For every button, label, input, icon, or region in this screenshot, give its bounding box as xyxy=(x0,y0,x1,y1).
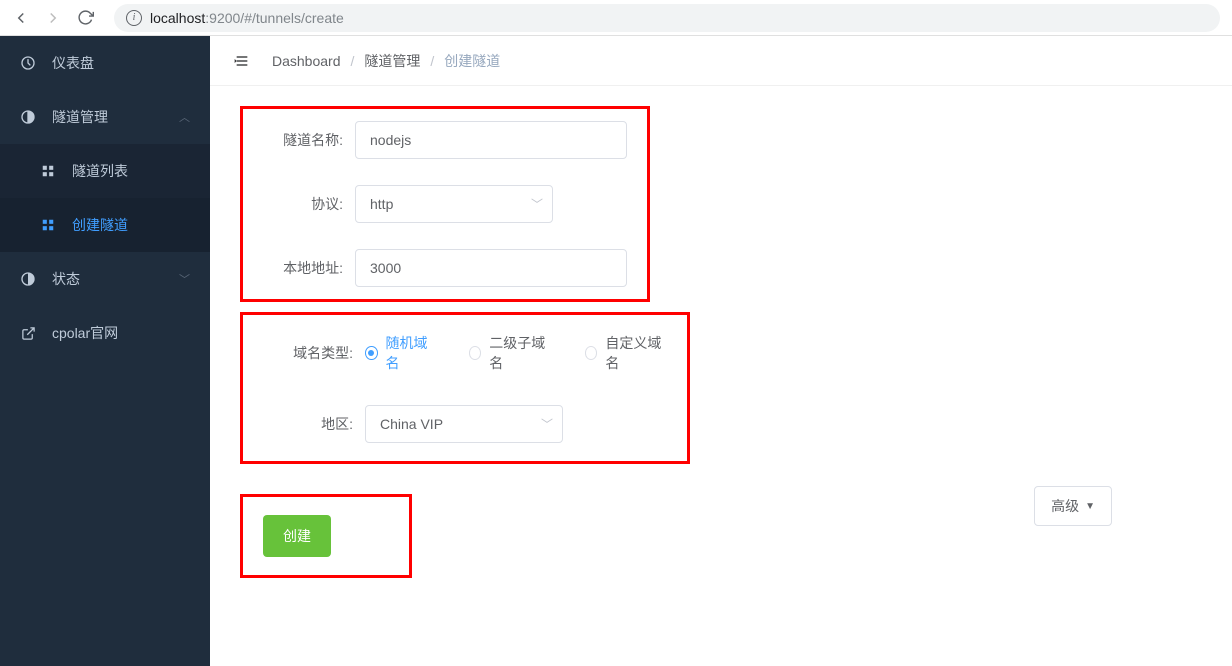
forward-button[interactable] xyxy=(44,9,62,27)
triangle-down-icon: ▼ xyxy=(1085,501,1095,512)
region-label: 地区: xyxy=(263,414,353,434)
breadcrumb-separator: / xyxy=(430,53,434,69)
radio-subdomain[interactable]: 二级子域名 xyxy=(469,333,551,373)
tunnel-name-input[interactable] xyxy=(355,121,627,159)
sidebar-item-label: 隧道管理 xyxy=(52,107,108,127)
domain-type-radio-group: 随机域名 二级子域名 自定义域名 xyxy=(365,333,667,373)
sidebar-item-dashboard[interactable]: 仪表盘 xyxy=(0,36,210,90)
radio-icon xyxy=(365,346,378,360)
radio-label: 自定义域名 xyxy=(605,333,667,373)
url-text: localhost:9200/#/tunnels/create xyxy=(150,10,344,26)
breadcrumb-separator: / xyxy=(351,53,355,69)
sidebar-item-tunnel-create[interactable]: 创建隧道 xyxy=(0,198,210,252)
sidebar: 仪表盘 隧道管理 ︿ 隧道列表 创建隧道 xyxy=(0,36,210,666)
grid-icon xyxy=(40,163,56,179)
form-section-submit: 创建 xyxy=(240,494,412,578)
sidebar-item-label: 隧道列表 xyxy=(72,161,128,181)
advanced-label: 高级 xyxy=(1051,496,1079,516)
advanced-button[interactable]: 高级 ▼ xyxy=(1034,486,1112,526)
back-button[interactable] xyxy=(12,9,30,27)
url-bar[interactable]: i localhost:9200/#/tunnels/create xyxy=(114,4,1220,32)
radio-icon xyxy=(469,346,482,360)
chevron-down-icon: ﹀ xyxy=(179,271,190,287)
create-button[interactable]: 创建 xyxy=(263,515,331,557)
breadcrumb-item[interactable]: 隧道管理 xyxy=(364,51,420,71)
form-content: 隧道名称: 协议: ﹀ 本地地址: 域名类型: xyxy=(210,86,1232,666)
sidebar-item-tunnel-list[interactable]: 隧道列表 xyxy=(0,144,210,198)
browser-bar: i localhost:9200/#/tunnels/create xyxy=(0,0,1232,36)
sidebar-item-label: 状态 xyxy=(52,269,80,289)
breadcrumb-item-current: 创建隧道 xyxy=(444,51,500,71)
sidebar-item-tunnels[interactable]: 隧道管理 ︿ xyxy=(0,90,210,144)
sidebar-item-status[interactable]: 状态 ﹀ xyxy=(0,252,210,306)
domain-type-label: 域名类型: xyxy=(263,343,353,363)
radio-label: 二级子域名 xyxy=(489,333,551,373)
region-select[interactable] xyxy=(365,405,563,443)
breadcrumb: Dashboard / 隧道管理 / 创建隧道 xyxy=(272,51,500,71)
form-section-domain: 域名类型: 随机域名 二级子域名 自定义域名 xyxy=(240,312,690,464)
chevron-up-icon: ︿ xyxy=(179,109,190,125)
info-icon: i xyxy=(126,10,142,26)
sidebar-item-cpolar-site[interactable]: cpolar官网 xyxy=(0,306,210,360)
reload-button[interactable] xyxy=(76,9,94,27)
protocol-label: 协议: xyxy=(263,194,343,214)
local-addr-label: 本地地址: xyxy=(263,258,343,278)
menu-toggle-button[interactable] xyxy=(232,51,252,71)
radio-label: 随机域名 xyxy=(386,333,435,373)
radio-random-domain[interactable]: 随机域名 xyxy=(365,333,435,373)
sidebar-item-label: 创建隧道 xyxy=(72,215,128,235)
sidebar-item-label: 仪表盘 xyxy=(52,53,94,73)
main-content: Dashboard / 隧道管理 / 创建隧道 隧道名称: 协议: ﹀ xyxy=(210,36,1232,666)
sidebar-submenu-tunnels: 隧道列表 创建隧道 xyxy=(0,144,210,252)
adjust-icon xyxy=(20,109,36,125)
adjust-icon xyxy=(20,271,36,287)
radio-custom-domain[interactable]: 自定义域名 xyxy=(585,333,667,373)
tunnel-name-label: 隧道名称: xyxy=(263,130,343,150)
sidebar-item-label: cpolar官网 xyxy=(52,323,118,343)
breadcrumb-item[interactable]: Dashboard xyxy=(272,53,341,69)
external-link-icon xyxy=(20,325,36,341)
grid-icon xyxy=(40,217,56,233)
local-addr-input[interactable] xyxy=(355,249,627,287)
radio-icon xyxy=(585,346,598,360)
form-section-basic: 隧道名称: 协议: ﹀ 本地地址: xyxy=(240,106,650,302)
protocol-select[interactable] xyxy=(355,185,553,223)
dashboard-icon xyxy=(20,55,36,71)
topbar: Dashboard / 隧道管理 / 创建隧道 xyxy=(210,36,1232,86)
